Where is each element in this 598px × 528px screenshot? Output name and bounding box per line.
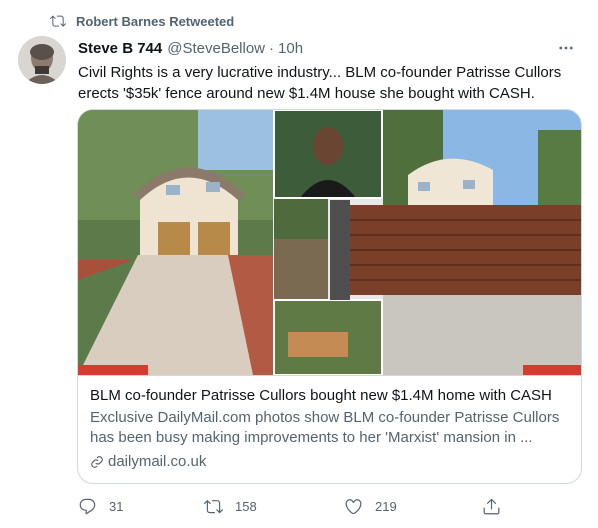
author-handle[interactable]: @SteveBellow [167, 40, 265, 57]
retweet-button[interactable]: 158 [204, 497, 257, 516]
reply-button[interactable]: 31 [78, 497, 123, 516]
tweet-time[interactable]: 10h [278, 40, 303, 57]
retweet-label: Robert Barnes Retweeted [76, 13, 235, 29]
retweet-icon [204, 499, 223, 513]
card-image [78, 110, 581, 375]
tweet-actions: 31 158 219 [72, 494, 502, 518]
retweet-count: 158 [235, 498, 257, 514]
like-count: 219 [375, 498, 397, 514]
card-body[interactable]: BLM co-founder Patrisse Cullors bought n… [78, 375, 581, 483]
share-button[interactable] [482, 497, 501, 516]
more-button[interactable] [554, 36, 578, 60]
link-card[interactable]: BLM co-founder Patrisse Cullors bought n… [77, 109, 582, 484]
share-icon [483, 498, 500, 514]
link-icon [90, 455, 104, 469]
retweet-context[interactable]: Robert Barnes Retweeted [50, 12, 234, 30]
tweet-header: Steve B 744 @SteveBellow · 10h [78, 38, 578, 58]
tweet-text: Civil Rights is a very lucrative industr… [78, 64, 562, 102]
separator-dot: · [269, 39, 275, 57]
like-button[interactable]: 219 [344, 497, 397, 516]
avatar-photo [18, 36, 66, 84]
card-domain-text: dailymail.co.uk [108, 453, 207, 470]
author-name[interactable]: Steve B 744 [78, 40, 162, 57]
heart-icon [345, 498, 362, 514]
card-image-collage [78, 110, 581, 375]
more-icon [559, 46, 573, 50]
card-description: Exclusive DailyMail.com photos show BLM … [90, 409, 560, 446]
card-domain[interactable]: dailymail.co.uk [90, 452, 571, 472]
retweet-icon [50, 13, 66, 29]
reply-icon [79, 498, 96, 514]
card-title[interactable]: BLM co-founder Patrisse Cullors bought n… [90, 386, 571, 406]
avatar[interactable] [18, 36, 66, 84]
reply-count: 31 [109, 498, 124, 514]
